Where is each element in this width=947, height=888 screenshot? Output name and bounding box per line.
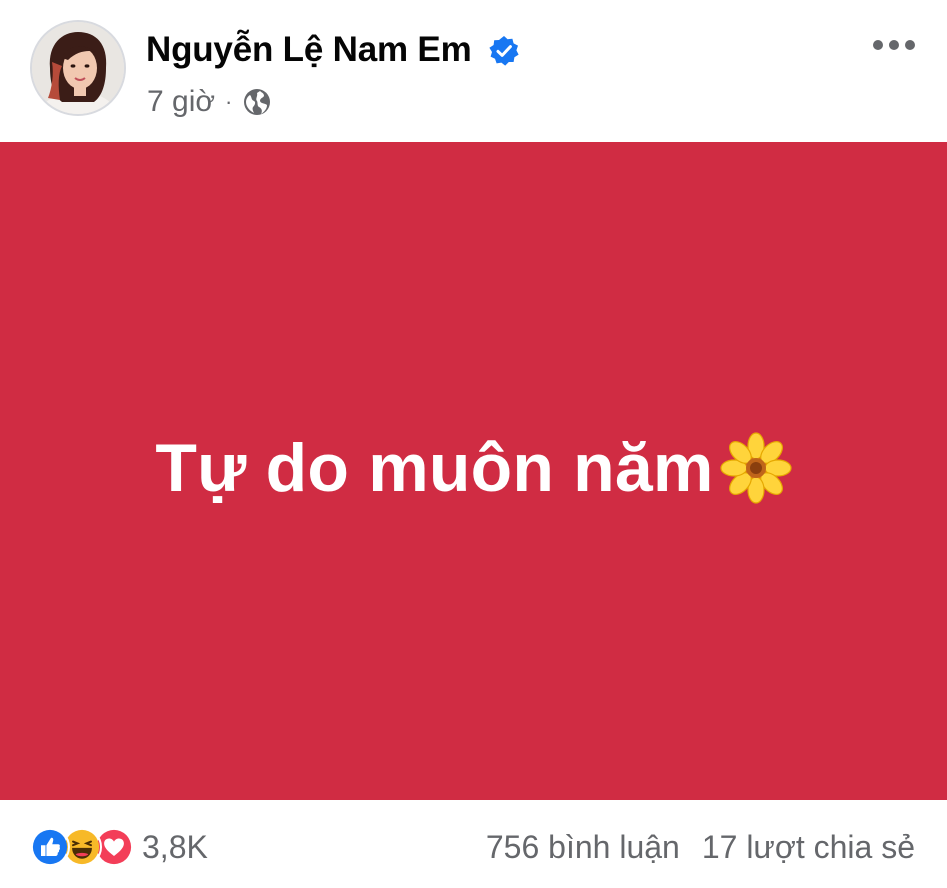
post-footer: 3,8K 756 bình luận 17 lượt chia sẻ [0,800,947,888]
post-text: Tự do muôn năm [155,430,714,506]
avatar-image [32,22,124,114]
reactions-summary[interactable]: 3,8K [30,826,208,868]
meta-separator: · [225,89,233,114]
post-time[interactable]: 7 giờ [147,85,215,119]
reaction-count: 3,8K [142,828,208,865]
verified-badge-icon [489,36,519,66]
post-meta: 7 giờ · [147,82,272,122]
author-name[interactable]: Nguyễn Lệ Nam Em [146,28,472,72]
comments-count[interactable]: 756 bình luận [486,829,680,866]
like-icon [30,827,70,867]
globe-icon[interactable] [242,87,272,117]
more-options-icon[interactable] [868,30,920,60]
engagement-counts: 756 bình luận 17 lượt chia sẻ [486,826,915,868]
facebook-post: Nguyễn Lệ Nam Em 7 giờ · Tự do muôn năm [0,0,947,888]
post-content[interactable]: Tự do muôn năm [0,142,947,800]
shares-count[interactable]: 17 lượt chia sẻ [702,829,915,866]
post-header: Nguyễn Lệ Nam Em 7 giờ · [0,0,947,142]
post-text-row: Tự do muôn năm [0,142,947,800]
sunflower-emoji-icon [720,432,792,504]
author-avatar[interactable] [30,20,126,116]
